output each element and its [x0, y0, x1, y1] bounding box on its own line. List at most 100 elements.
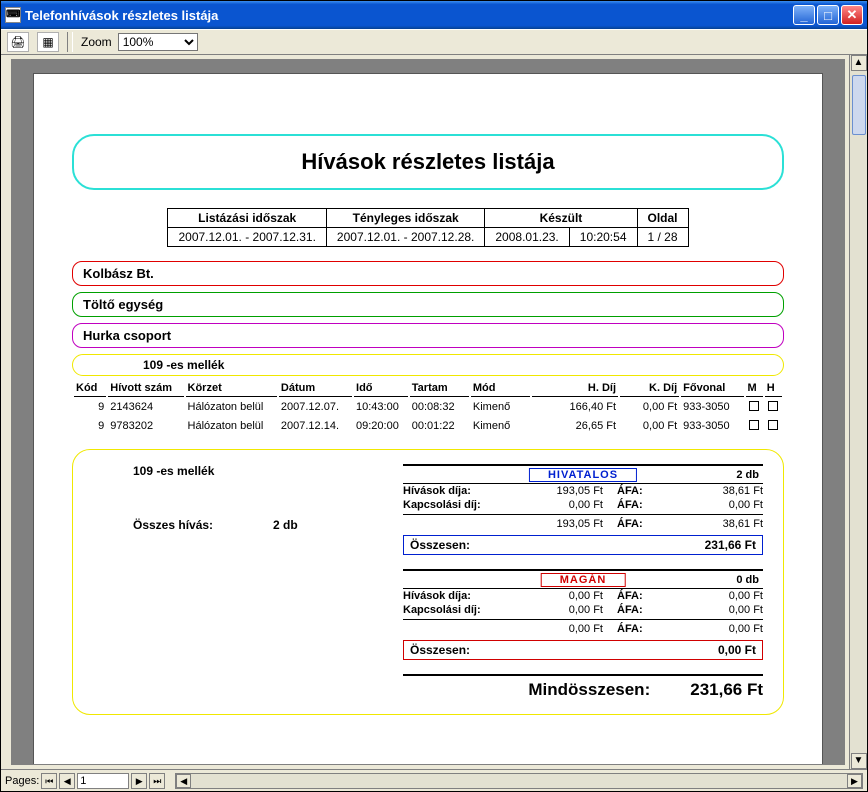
- prev-page-button[interactable]: ◀: [59, 773, 75, 789]
- val-listing-period: 2007.12.01. - 2007.12.31.: [168, 228, 326, 247]
- check-m: [749, 420, 759, 430]
- summary-ext: 109 -es mellék: [93, 464, 383, 478]
- scroll-thumb[interactable]: [852, 75, 866, 135]
- hiv-vat-label2: ÁFA:: [603, 499, 653, 511]
- th-h: H: [765, 380, 782, 397]
- zoom-label: Zoom: [81, 35, 112, 49]
- unit-box: Töltő egység: [72, 292, 784, 317]
- maximize-button[interactable]: □: [817, 5, 839, 25]
- footer-bar: Pages: ⏮ ◀ ▶ ⏭ ◀ ▶: [1, 769, 867, 791]
- hiv-sum-value: 193,05 Ft: [513, 518, 603, 530]
- check-m: [749, 401, 759, 411]
- count-magan: 0 db: [736, 574, 763, 586]
- check-h: [768, 420, 778, 430]
- mag-connfee-vat: 0,00 Ft: [653, 604, 763, 616]
- th-ido: Idő: [354, 380, 408, 397]
- mag-vat-label2: ÁFA:: [603, 604, 653, 616]
- tag-magan: MAGÁN: [541, 573, 626, 587]
- val-created-date: 2008.01.23.: [485, 228, 569, 247]
- horizontal-scrollbar[interactable]: ◀ ▶: [175, 773, 863, 789]
- table-row: 92143624Hálózaton belül2007.12.07.10:43:…: [74, 399, 782, 416]
- grand-label: Mindösszesen:: [403, 680, 690, 700]
- tag-hivatalos: HIVATALOS: [529, 468, 637, 482]
- th-datum: Dátum: [279, 380, 352, 397]
- val-page: 1 / 28: [637, 228, 688, 247]
- all-calls-value: 2 db: [273, 518, 298, 532]
- mag-callfee-value: 0,00 Ft: [513, 590, 603, 602]
- mag-total-value: 0,00 Ft: [718, 643, 756, 657]
- th-kdij: K. Díj: [620, 380, 679, 397]
- col-page: Oldal: [637, 209, 688, 228]
- hiv-connfee-value: 0,00 Ft: [513, 499, 603, 511]
- hiv-total-label: Összesen:: [410, 538, 705, 552]
- pages-label: Pages:: [5, 775, 39, 787]
- count-hivatalos: 2 db: [736, 469, 763, 481]
- zoom-select[interactable]: 100%: [118, 33, 198, 51]
- info-table: Listázási időszak Tényleges időszak Kész…: [167, 208, 688, 247]
- grand-value: 231,66 Ft: [690, 680, 763, 700]
- hiv-sum-vat: 38,61 Ft: [653, 518, 763, 530]
- hiv-vat-label3: ÁFA:: [603, 518, 653, 530]
- scroll-down-icon[interactable]: ▼: [851, 753, 867, 769]
- group-box: Hurka csoport: [72, 323, 784, 348]
- vertical-scrollbar[interactable]: ▲ ▼: [849, 55, 867, 769]
- mag-callfee-vat: 0,00 Ft: [653, 590, 763, 602]
- page-input[interactable]: [77, 773, 129, 789]
- mag-sum-vat: 0,00 Ft: [653, 623, 763, 635]
- th-tartam: Tartam: [410, 380, 469, 397]
- app-icon: ⌨: [5, 7, 21, 23]
- extension-box: 109 -es mellék: [72, 354, 784, 376]
- th-hivott: Hívott szám: [108, 380, 183, 397]
- th-hdij: H. Díj: [532, 380, 618, 397]
- export-icon[interactable]: ▦: [37, 32, 59, 52]
- mag-connfee-value: 0,00 Ft: [513, 604, 603, 616]
- th-fovonal: Fővonal: [681, 380, 743, 397]
- th-mod: Mód: [471, 380, 530, 397]
- hiv-callfee-label: Hívások díja:: [403, 485, 513, 497]
- mag-vat-label3: ÁFA:: [603, 623, 653, 635]
- scroll-right-icon[interactable]: ▶: [847, 774, 862, 788]
- hiv-connfee-vat: 0,00 Ft: [653, 499, 763, 511]
- th-kod: Kód: [74, 380, 106, 397]
- toolbar-divider: [67, 32, 73, 52]
- close-button[interactable]: ✕: [841, 5, 863, 25]
- minimize-button[interactable]: _: [793, 5, 815, 25]
- company-box: Kolbász Bt.: [72, 261, 784, 286]
- hiv-total-value: 231,66 Ft: [705, 538, 756, 552]
- window-title: Telefonhívások részletes listája: [25, 8, 793, 23]
- scroll-up-icon[interactable]: ▲: [851, 55, 867, 71]
- print-icon[interactable]: 🖨: [7, 32, 29, 52]
- mag-total-label: Összesen:: [410, 643, 718, 657]
- table-row: 99783202Hálózaton belül2007.12.14.09:20:…: [74, 418, 782, 435]
- section-magan: MAGÁN 0 db Hívások díja: 0,00 Ft ÁFA: 0,…: [403, 569, 763, 660]
- last-page-button[interactable]: ⏭: [149, 773, 165, 789]
- first-page-button[interactable]: ⏮: [41, 773, 57, 789]
- mag-sum-value: 0,00 Ft: [513, 623, 603, 635]
- mag-callfee-label: Hívások díja:: [403, 590, 513, 602]
- summary-box: 109 -es mellék Összes hívás: 2 db HIVATA…: [72, 449, 784, 715]
- hiv-connfee-label: Kapcsolási díj:: [403, 499, 513, 511]
- scroll-left-icon[interactable]: ◀: [176, 774, 191, 788]
- th-korzet: Körzet: [186, 380, 277, 397]
- col-listing-period: Listázási időszak: [168, 209, 326, 228]
- next-page-button[interactable]: ▶: [131, 773, 147, 789]
- titlebar[interactable]: ⌨ Telefonhívások részletes listája _ □ ✕: [1, 1, 867, 29]
- viewer: Hívások részletes listája Listázási idős…: [1, 55, 867, 769]
- all-calls-label: Összes hívás:: [133, 518, 273, 532]
- grand-total: Mindösszesen: 231,66 Ft: [403, 674, 763, 700]
- call-table: Kód Hívott szám Körzet Dátum Idő Tartam …: [72, 378, 784, 437]
- hiv-callfee-vat: 38,61 Ft: [653, 485, 763, 497]
- report-title: Hívások részletes listája: [72, 134, 784, 190]
- mag-vat-label1: ÁFA:: [603, 590, 653, 602]
- mag-connfee-label: Kapcsolási díj:: [403, 604, 513, 616]
- col-actual-period: Tényleges időszak: [326, 209, 484, 228]
- val-created-time: 10:20:54: [569, 228, 637, 247]
- report-page: Hívások részletes listája Listázási idős…: [34, 74, 822, 765]
- val-actual-period: 2007.12.01. - 2007.12.28.: [326, 228, 484, 247]
- hiv-vat-label1: ÁFA:: [603, 485, 653, 497]
- window: ⌨ Telefonhívások részletes listája _ □ ✕…: [0, 0, 868, 792]
- toolbar: 🖨 ▦ Zoom 100%: [1, 29, 867, 55]
- col-created: Készült: [485, 209, 637, 228]
- hiv-callfee-value: 193,05 Ft: [513, 485, 603, 497]
- section-hivatalos: HIVATALOS 2 db Hívások díja: 193,05 Ft Á…: [403, 464, 763, 555]
